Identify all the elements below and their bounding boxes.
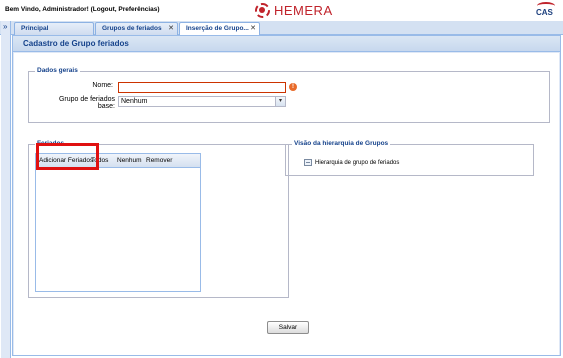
grupo-base-label-line1: Grupo de feriados [58, 96, 115, 103]
hemera-logo-text: HEMERA [274, 3, 333, 18]
error-icon: ! [289, 83, 297, 91]
dados-gerais-legend: Dados gerais [35, 67, 80, 74]
panel-body: Dados gerais Nome: ! Grupo de feriados b… [14, 53, 559, 355]
dados-gerais-fieldset: Dados gerais Nome: ! Grupo de feriados b… [28, 67, 550, 123]
grupo-base-value: Nenhum [121, 98, 148, 105]
close-icon[interactable]: ✕ [250, 24, 256, 32]
tab-grupos-de-feriados[interactable]: Grupos de feriados ✕ [95, 22, 178, 35]
tree-root-item[interactable]: Hierarquia de grupo de feriados [304, 159, 399, 166]
nome-label: Nome: [92, 82, 113, 89]
hemera-gear-icon [255, 3, 270, 18]
close-icon[interactable]: ✕ [168, 24, 174, 32]
nenhum-button[interactable]: Nenhum [117, 157, 142, 164]
feriados-fieldset: Feriados Adicionar Feriados Todos Nenhum… [28, 140, 289, 298]
salvar-button[interactable]: Salvar [267, 321, 309, 334]
hemera-logo: HEMERA [255, 2, 333, 19]
panel-title: Cadastro de Grupo feriados [13, 36, 560, 52]
hierarquia-legend: Visão da hierarquia de Grupos [292, 140, 391, 147]
welcome-text[interactable]: Bem Vindo, Administrador! (Logout, Prefe… [5, 6, 160, 13]
tab-principal[interactable]: Principal [14, 22, 94, 35]
grupo-base-label-line2: base: [97, 103, 115, 110]
grupo-base-select[interactable]: Nenhum ▾ [118, 96, 286, 107]
grupo-base-label: Grupo de feriados base: [39, 96, 115, 110]
highlight-box [36, 143, 99, 170]
collapse-sidebar-button[interactable]: » [1, 21, 11, 358]
feriados-grid: Adicionar Feriados Todos Nenhum Remover [35, 153, 201, 292]
tab-label: Grupos de feriados [102, 25, 162, 32]
app-header: Bem Vindo, Administrador! (Logout, Prefe… [0, 0, 563, 21]
nome-input[interactable] [118, 82, 286, 93]
cadastro-panel: Cadastro de Grupo feriados Dados gerais … [12, 35, 561, 356]
cas-logo-text: CAS [536, 8, 553, 17]
remover-button[interactable]: Remover [146, 157, 172, 164]
double-chevron-right-icon: » [3, 22, 8, 31]
hierarquia-fieldset: Visão da hierarquia de Grupos Hierarquia… [285, 140, 534, 176]
folder-icon [304, 159, 312, 166]
chevron-down-icon[interactable]: ▾ [275, 97, 285, 106]
tab-label: Inserção de Grupo... [186, 25, 249, 32]
tab-insercao-de-grupo[interactable]: Inserção de Grupo... ✕ [179, 22, 260, 36]
cas-logo: CAS [535, 2, 557, 19]
tree-root-label: Hierarquia de grupo de feriados [315, 159, 400, 166]
tab-label: Principal [21, 25, 49, 32]
